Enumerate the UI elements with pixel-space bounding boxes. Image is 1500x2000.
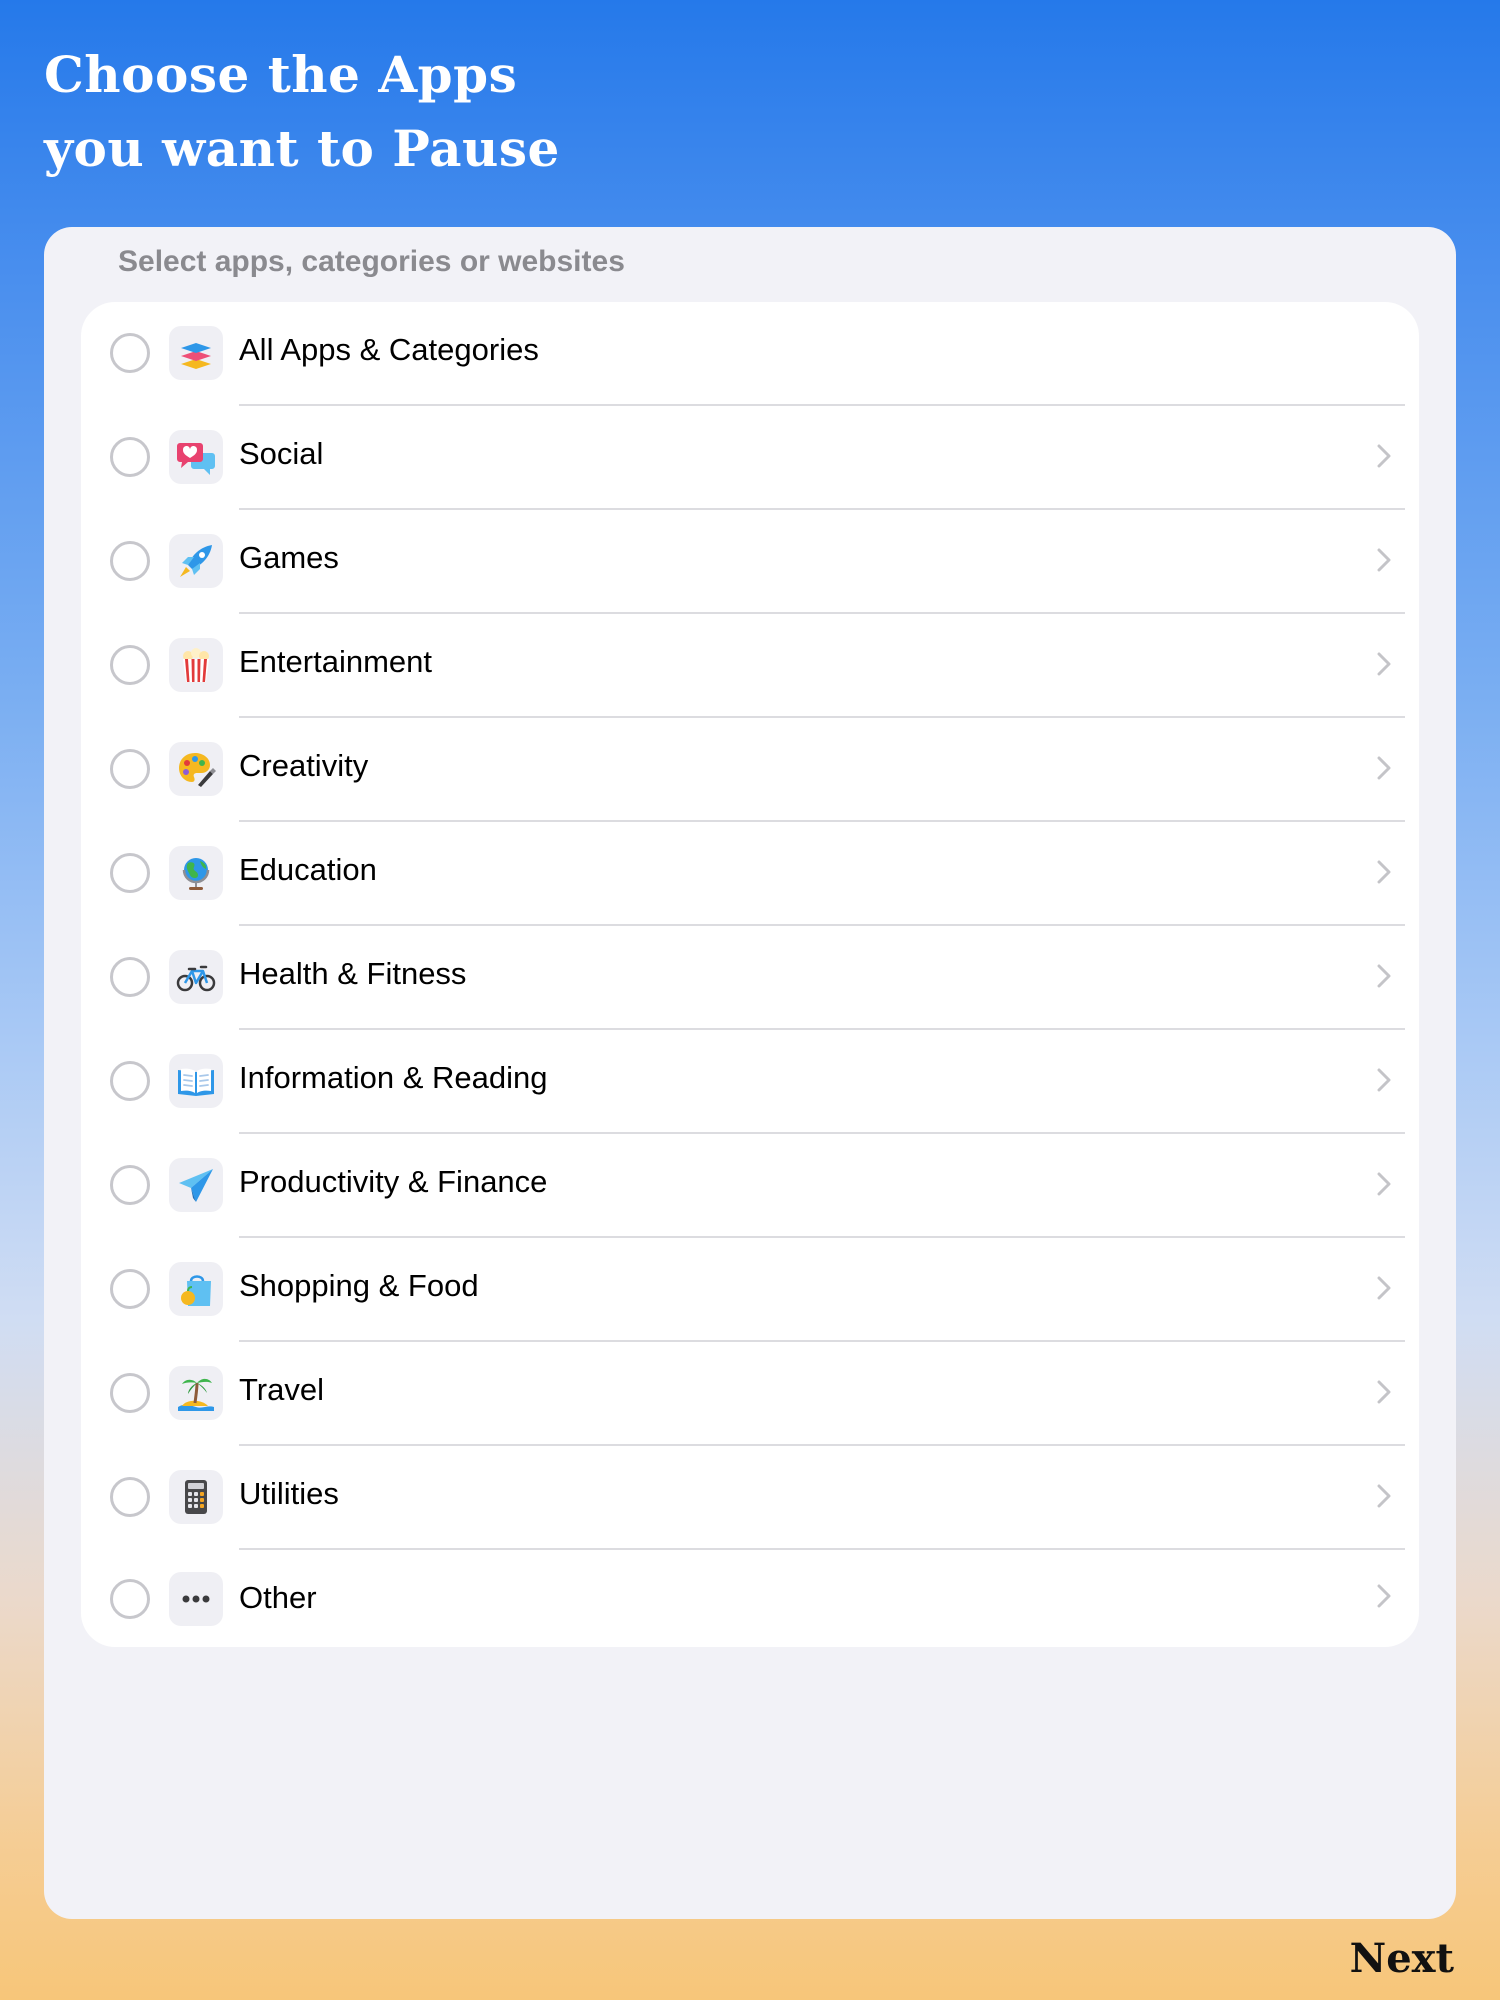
title-line-1: Choose the Apps — [44, 45, 518, 104]
category-row-entertainment[interactable]: Entertainment — [81, 614, 1419, 718]
globe-icon — [169, 846, 223, 900]
radio-button[interactable] — [110, 1373, 150, 1413]
page-title: Choose the Apps you want to Pause — [44, 38, 560, 186]
category-label: Health & Fitness — [239, 956, 467, 991]
open-book-icon — [169, 1054, 223, 1108]
paper-plane-icon — [169, 1158, 223, 1212]
category-label: Other — [239, 1580, 317, 1615]
category-row-productivity-finance[interactable]: Productivity & Finance — [81, 1134, 1419, 1238]
radio-button[interactable] — [110, 541, 150, 581]
radio-button[interactable] — [110, 1061, 150, 1101]
radio-button[interactable] — [110, 957, 150, 997]
category-list: All Apps & Categories Social Games Enter… — [81, 302, 1419, 1647]
category-row-games[interactable]: Games — [81, 510, 1419, 614]
chevron-right-icon — [1377, 1380, 1391, 1404]
category-label: Entertainment — [239, 644, 432, 679]
title-line-2: you want to Pause — [44, 119, 560, 178]
category-label: Information & Reading — [239, 1060, 548, 1095]
chevron-right-icon — [1377, 1068, 1391, 1092]
calculator-icon — [169, 1470, 223, 1524]
category-row-travel[interactable]: Travel — [81, 1342, 1419, 1446]
category-label: Shopping & Food — [239, 1268, 479, 1303]
category-row-shopping-food[interactable]: Shopping & Food — [81, 1238, 1419, 1342]
shopping-bag-icon — [169, 1262, 223, 1316]
radio-button[interactable] — [110, 645, 150, 685]
category-row-other[interactable]: Other — [81, 1550, 1419, 1647]
radio-button[interactable] — [110, 1579, 150, 1619]
category-row-information-reading[interactable]: Information & Reading — [81, 1030, 1419, 1134]
selection-panel: Select apps, categories or websites All … — [44, 227, 1456, 1919]
ellipsis-icon — [169, 1572, 223, 1626]
category-label: Travel — [239, 1372, 324, 1407]
popcorn-icon — [169, 638, 223, 692]
next-button[interactable]: Next — [1350, 1935, 1454, 1982]
category-label: All Apps & Categories — [239, 332, 539, 367]
stack-layers-icon — [169, 326, 223, 380]
chevron-right-icon — [1377, 1276, 1391, 1300]
speech-bubble-heart-icon — [169, 430, 223, 484]
category-row-health-fitness[interactable]: Health & Fitness — [81, 926, 1419, 1030]
radio-button[interactable] — [110, 333, 150, 373]
palm-island-icon — [169, 1366, 223, 1420]
category-label: Creativity — [239, 748, 369, 783]
bicycle-icon — [169, 950, 223, 1004]
rocket-icon — [169, 534, 223, 588]
chevron-right-icon — [1377, 860, 1391, 884]
chevron-right-icon — [1377, 1172, 1391, 1196]
radio-button[interactable] — [110, 437, 150, 477]
radio-button[interactable] — [110, 853, 150, 893]
radio-button[interactable] — [110, 1165, 150, 1205]
radio-button[interactable] — [110, 1477, 150, 1517]
category-row-all-apps[interactable]: All Apps & Categories — [81, 302, 1419, 406]
chevron-right-icon — [1377, 964, 1391, 988]
chevron-right-icon — [1377, 1484, 1391, 1508]
category-row-utilities[interactable]: Utilities — [81, 1446, 1419, 1550]
panel-subtitle: Select apps, categories or websites — [118, 245, 625, 278]
chevron-right-icon — [1377, 548, 1391, 572]
chevron-right-icon — [1377, 1584, 1391, 1608]
category-label: Productivity & Finance — [239, 1164, 548, 1199]
category-row-creativity[interactable]: Creativity — [81, 718, 1419, 822]
category-label: Education — [239, 852, 377, 887]
radio-button[interactable] — [110, 749, 150, 789]
radio-button[interactable] — [110, 1269, 150, 1309]
category-label: Games — [239, 540, 339, 575]
category-label: Utilities — [239, 1476, 339, 1511]
category-row-education[interactable]: Education — [81, 822, 1419, 926]
chevron-right-icon — [1377, 444, 1391, 468]
palette-icon — [169, 742, 223, 796]
category-label: Social — [239, 436, 324, 471]
category-row-social[interactable]: Social — [81, 406, 1419, 510]
chevron-right-icon — [1377, 652, 1391, 676]
chevron-right-icon — [1377, 756, 1391, 780]
